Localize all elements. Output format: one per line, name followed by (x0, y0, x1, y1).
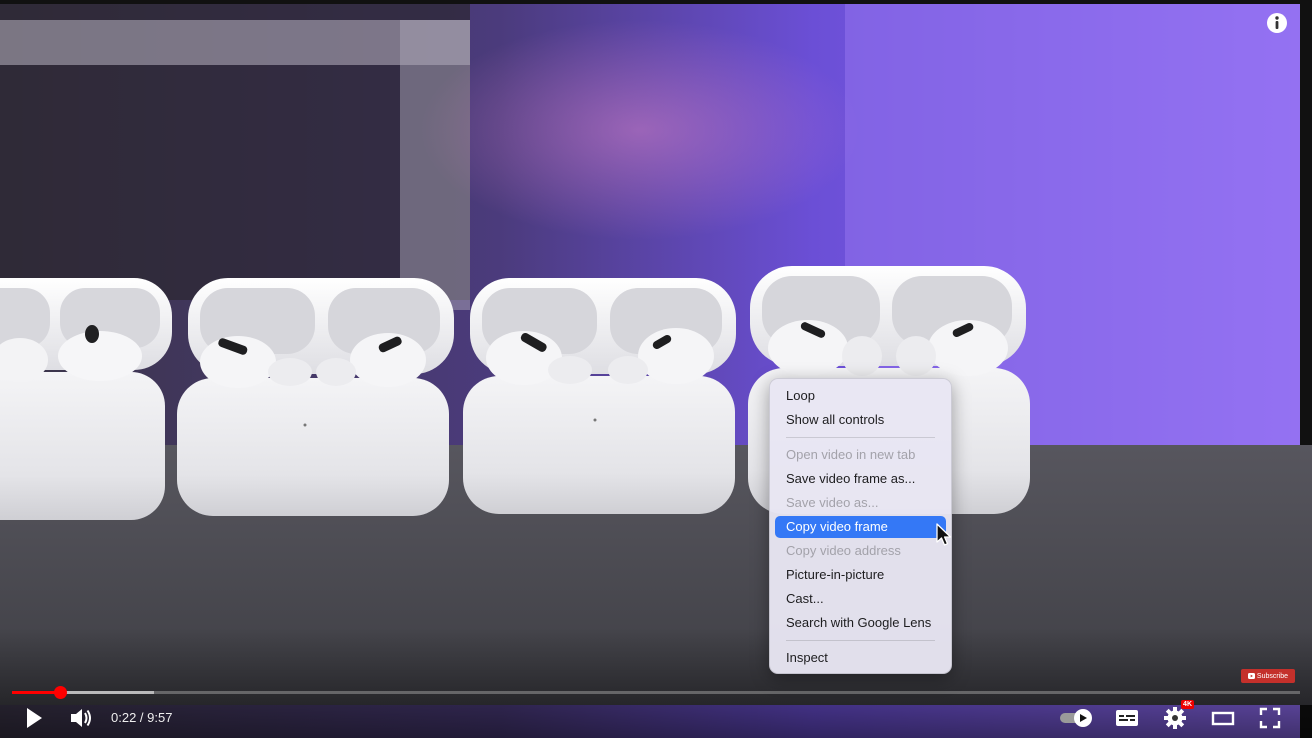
menu-item-save-frame[interactable]: Save video frame as... (775, 468, 946, 490)
subtitles-button[interactable] (1114, 704, 1140, 732)
menu-item-copy-frame[interactable]: Copy video frame (775, 516, 946, 538)
fullscreen-button[interactable] (1257, 704, 1283, 732)
menu-item-loop[interactable]: Loop (775, 385, 946, 407)
mouse-cursor-icon (936, 523, 952, 546)
scrubber-handle[interactable] (53, 686, 67, 699)
autoplay-toggle[interactable] (1058, 704, 1096, 732)
play-button[interactable] (22, 704, 46, 732)
menu-separator (786, 437, 935, 438)
menu-item-copy-address: Copy video address (786, 543, 901, 558)
menu-item-picture-in-picture[interactable]: Picture-in-picture (775, 564, 946, 586)
volume-button[interactable] (68, 704, 94, 732)
video-player[interactable]: Subscribe 0:22 / 9:57 4K Loop Show all c… (0, 0, 1312, 738)
time-display: 0:22 / 9:57 (111, 710, 173, 725)
youtube-logo-icon (1247, 673, 1255, 679)
settings-button[interactable]: 4K (1162, 700, 1194, 732)
menu-item-inspect[interactable]: Inspect (775, 647, 946, 669)
theater-mode-icon (1211, 711, 1235, 726)
info-icon (1267, 13, 1287, 33)
info-button[interactable] (1266, 12, 1288, 34)
subscribe-watermark[interactable]: Subscribe (1241, 669, 1295, 683)
quality-badge: 4K (1181, 700, 1194, 709)
menu-item-show-all-controls[interactable]: Show all controls (775, 409, 946, 431)
progress-track (12, 691, 1300, 694)
play-icon (27, 708, 42, 728)
autoplay-toggle-icon (1060, 709, 1092, 727)
volume-icon (71, 709, 91, 727)
fullscreen-icon (1259, 707, 1281, 729)
menu-item-cast[interactable]: Cast... (775, 588, 946, 610)
menu-item-open-in-new-tab: Open video in new tab (786, 447, 916, 462)
theater-mode-button[interactable] (1210, 704, 1236, 732)
menu-separator (786, 640, 935, 641)
subscribe-label: Subscribe (1256, 672, 1289, 680)
subtitles-icon (1116, 710, 1138, 726)
context-menu: Loop Show all controls Open video in new… (769, 378, 952, 674)
progress-bar[interactable] (12, 686, 1300, 699)
player-controls: 0:22 / 9:57 4K (0, 700, 1312, 738)
menu-item-google-lens[interactable]: Search with Google Lens (775, 612, 946, 634)
progress-played (12, 691, 60, 694)
menu-item-save-video: Save video as... (786, 495, 879, 510)
